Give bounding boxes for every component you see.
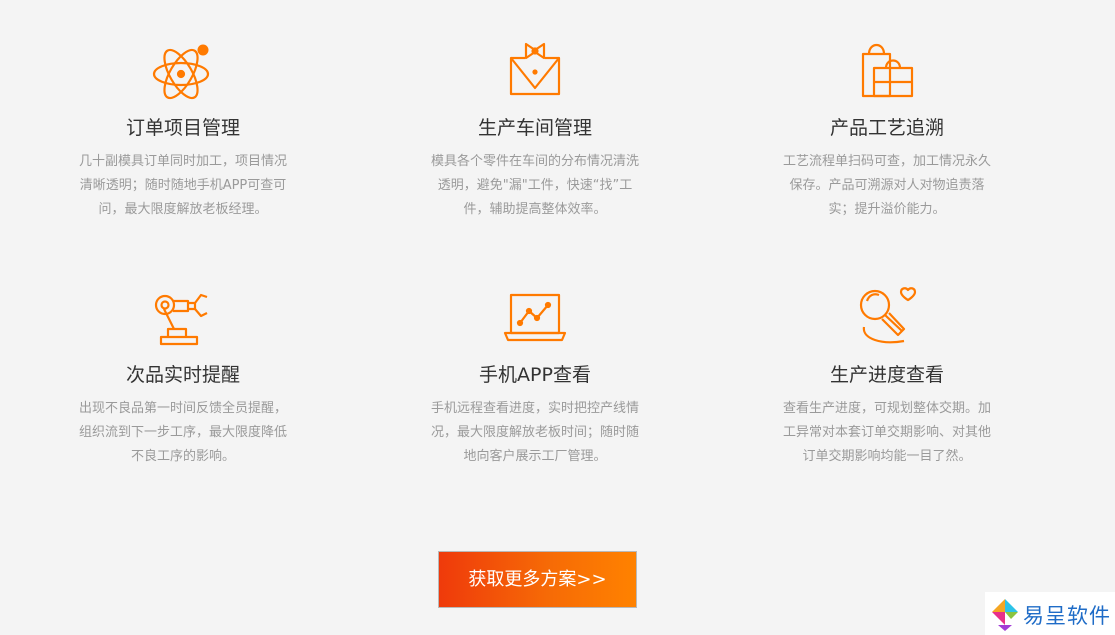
shopping-bag-icon <box>852 36 922 106</box>
feature-title: 生产车间管理 <box>477 117 592 139</box>
brand-badge[interactable]: 易呈软件 <box>985 592 1115 635</box>
feature-title: 生产进度查看 <box>829 364 944 386</box>
feature-mobile-app: 手机APP查看 手机远程查看进度，实时把控产线情 况，最大限度解放老板时间；随时… <box>420 283 650 469</box>
brand-logo-icon <box>988 597 1022 631</box>
feature-description: 工艺流程单扫码可查，加工情况永久 保存。产品可溯源对人对物追责落 实；提升溢价能… <box>782 154 991 217</box>
get-more-solutions-button[interactable]: 获取更多方案>> <box>438 551 637 608</box>
feature-process-trace: 产品工艺追溯 工艺流程单扫码可查，加工情况永久 保存。产品可溯源对人对物追责落 … <box>772 36 1002 222</box>
feature-title: 手机APP查看 <box>479 364 591 386</box>
magnifier-heart-icon <box>852 283 922 353</box>
features-section: 订单项目管理 几十副模具订单同时加工，项目情况 清晰透明；随时随地手机APP可查… <box>0 0 1115 635</box>
robot-arm-icon <box>148 283 218 353</box>
feature-title: 次品实时提醒 <box>125 364 240 386</box>
feature-description: 几十副模具订单同时加工，项目情况 清晰透明；随时随地手机APP可查可 问，最大限… <box>78 154 287 217</box>
feature-title: 产品工艺追溯 <box>829 117 944 139</box>
brand-name: 易呈软件 <box>1023 604 1111 628</box>
feature-description: 手机远程查看进度，实时把控产线情 况，最大限度解放老板时间；随时随 地向客户展示… <box>430 401 639 464</box>
feature-workshop: 生产车间管理 模具各个零件在车间的分布情况清洗 透明，避免"漏"工件，快速“找”… <box>420 36 650 222</box>
atom-icon <box>148 36 218 106</box>
bowtie-shirt-icon <box>500 36 570 106</box>
feature-order-project: 订单项目管理 几十副模具订单同时加工，项目情况 清晰透明；随时随地手机APP可查… <box>68 36 298 222</box>
feature-progress-view: 生产进度查看 查看生产进度，可规划整体交期。加 工异常对本套订单交期影响、对其他… <box>772 283 1002 469</box>
feature-description: 模具各个零件在车间的分布情况清洗 透明，避免"漏"工件，快速“找”工 件，辅助提… <box>430 154 639 217</box>
feature-description: 查看生产进度，可规划整体交期。加 工异常对本套订单交期影响、对其他 订单交期影响… <box>782 401 991 464</box>
feature-description: 出现不良品第一时间反馈全员提醒， 组织流到下一步工序，最大限度降低 不良工序的影… <box>78 401 287 464</box>
laptop-chart-icon <box>500 283 570 353</box>
feature-defect-alert: 次品实时提醒 出现不良品第一时间反馈全员提醒， 组织流到下一步工序，最大限度降低… <box>68 283 298 469</box>
feature-title: 订单项目管理 <box>125 117 240 139</box>
